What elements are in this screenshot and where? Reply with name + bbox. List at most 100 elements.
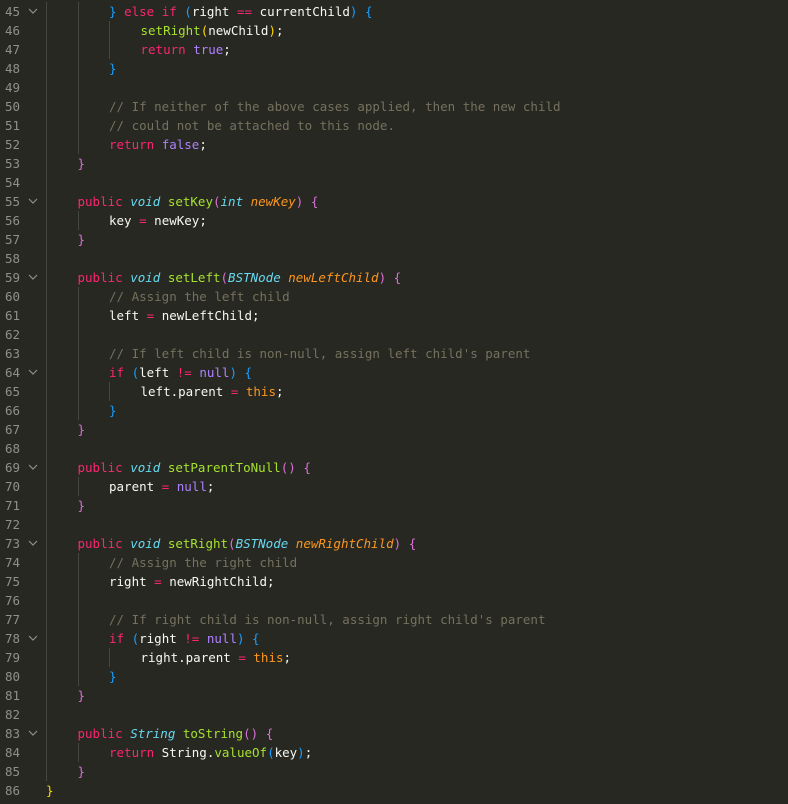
code-line[interactable]: 67} <box>0 420 788 439</box>
code-text[interactable]: public void setRight(BSTNode newRightChi… <box>78 534 417 553</box>
code-text[interactable]: // If right child is non-null, assign ri… <box>109 610 546 629</box>
code-text[interactable]: parent = null; <box>109 477 214 496</box>
code-line[interactable]: 59 public void setLeft(BSTNode newLeftChi… <box>0 268 788 287</box>
code-text[interactable]: } else if (right == currentChild) { <box>109 2 372 21</box>
code-line[interactable]: 46 setRight(newChild); <box>0 21 788 40</box>
code-line[interactable]: 82 <box>0 705 788 724</box>
code-line[interactable]: 74 // Assign the right child <box>0 553 788 572</box>
code-line[interactable]: 47 return true; <box>0 40 788 59</box>
code-line[interactable]: 63 // If left child is non-null, assign l… <box>0 344 788 363</box>
code-line[interactable]: 80} <box>0 667 788 686</box>
code-token: ; <box>283 650 292 665</box>
code-text[interactable]: // could not be attached to this node. <box>109 116 395 135</box>
code-line[interactable]: 53} <box>0 154 788 173</box>
code-line[interactable]: 65 left.parent = this; <box>0 382 788 401</box>
code-line[interactable]: 58 <box>0 249 788 268</box>
code-line[interactable]: 54 <box>0 173 788 192</box>
code-line[interactable]: 86} <box>0 781 788 800</box>
code-line[interactable]: 73 public void setRight(BSTNode newRightC… <box>0 534 788 553</box>
code-text[interactable]: return false; <box>109 135 207 154</box>
code-text[interactable]: left = newLeftChild; <box>109 306 260 325</box>
code-line[interactable]: 60 // Assign the left child <box>0 287 788 306</box>
code-text[interactable]: } <box>78 762 86 781</box>
code-line[interactable]: 69 public void setParentToNull() { <box>0 458 788 477</box>
code-line[interactable]: 71} <box>0 496 788 515</box>
code-token: parent <box>109 479 162 494</box>
code-text[interactable]: } <box>78 420 86 439</box>
code-line[interactable]: 61 left = newLeftChild; <box>0 306 788 325</box>
code-line[interactable]: 56 key = newKey; <box>0 211 788 230</box>
code-token: = <box>139 213 147 228</box>
code-text[interactable]: public void setParentToNull() { <box>78 458 311 477</box>
code-token: if <box>109 631 125 646</box>
code-text[interactable]: } <box>109 401 117 420</box>
code-line[interactable]: 75 right = newRightChild; <box>0 572 788 591</box>
code-line[interactable]: 55 public void setKey(int newKey) { <box>0 192 788 211</box>
line-number: 72 <box>4 517 20 532</box>
code-text[interactable]: public String toString() { <box>78 724 274 743</box>
code-line[interactable]: 68 <box>0 439 788 458</box>
code-line[interactable]: 79 right.parent = this; <box>0 648 788 667</box>
code-editor[interactable]: 45} else if (right == currentChild) {46 s… <box>0 0 788 804</box>
code-line[interactable]: 48} <box>0 59 788 78</box>
code-token: newRightChild; <box>161 574 275 589</box>
code-token: null <box>176 479 207 494</box>
code-text[interactable]: return String.valueOf(key); <box>109 743 312 762</box>
code-line[interactable]: 72 <box>0 515 788 534</box>
code-line[interactable]: 84 return String.valueOf(key); <box>0 743 788 762</box>
code-line[interactable]: 78 if (right != null) { <box>0 629 788 648</box>
code-text[interactable]: } <box>78 154 86 173</box>
code-token: newLeftChild; <box>154 308 260 323</box>
code-text[interactable]: } <box>78 686 86 705</box>
line-number: 81 <box>4 688 20 703</box>
code-text[interactable]: // Assign the left child <box>109 287 290 306</box>
code-text[interactable]: public void setLeft(BSTNode newLeftChild… <box>78 268 402 287</box>
code-token: newKey <box>250 194 296 209</box>
code-line[interactable]: 57} <box>0 230 788 249</box>
code-token: = <box>154 574 162 589</box>
code-token: ( <box>212 194 221 209</box>
code-line[interactable]: 70 parent = null; <box>0 477 788 496</box>
code-token: right.parent <box>140 650 239 665</box>
code-line[interactable]: 81} <box>0 686 788 705</box>
code-line[interactable]: 85} <box>0 762 788 781</box>
code-text[interactable]: right = newRightChild; <box>109 572 275 591</box>
code-text[interactable]: } <box>46 781 54 800</box>
code-text[interactable]: left.parent = this; <box>141 382 284 401</box>
code-line[interactable]: 77 // If right child is non-null, assign … <box>0 610 788 629</box>
code-line[interactable]: 45} else if (right == currentChild) { <box>0 2 788 21</box>
code-line[interactable]: 51 // could not be attached to this node. <box>0 116 788 135</box>
code-line[interactable]: 83 public String toString() { <box>0 724 788 743</box>
code-text[interactable]: } <box>78 496 86 515</box>
code-token: public <box>77 726 123 741</box>
code-text[interactable]: } <box>109 59 117 78</box>
code-text[interactable]: // Assign the right child <box>109 553 297 572</box>
code-line[interactable]: 64 if (left != null) { <box>0 363 788 382</box>
code-token: right <box>139 631 185 646</box>
code-token: valueOf <box>214 745 268 760</box>
code-line[interactable]: 76 <box>0 591 788 610</box>
code-text[interactable]: return true; <box>141 40 231 59</box>
code-line[interactable]: 50 // If neither of the above cases appli… <box>0 97 788 116</box>
code-text[interactable]: public void setKey(int newKey) { <box>78 192 319 211</box>
code-line[interactable]: 66} <box>0 401 788 420</box>
code-line[interactable]: 62 <box>0 325 788 344</box>
code-text[interactable]: right.parent = this; <box>141 648 292 667</box>
code-text[interactable]: // If left child is non-null, assign lef… <box>109 344 530 363</box>
code-line[interactable]: 49 <box>0 78 788 97</box>
code-text[interactable]: // If neither of the above cases applied… <box>109 97 561 116</box>
code-token: ( <box>220 270 229 285</box>
line-number: 51 <box>4 118 20 133</box>
code-text[interactable]: key = newKey; <box>109 211 207 230</box>
code-text[interactable]: } <box>109 667 117 686</box>
code-text[interactable]: if (right != null) { <box>109 629 260 648</box>
code-text[interactable]: if (left != null) { <box>109 363 252 382</box>
code-text[interactable]: setRight(newChild); <box>141 21 284 40</box>
code-text[interactable]: } <box>78 230 86 249</box>
code-line[interactable]: 52 return false; <box>0 135 788 154</box>
